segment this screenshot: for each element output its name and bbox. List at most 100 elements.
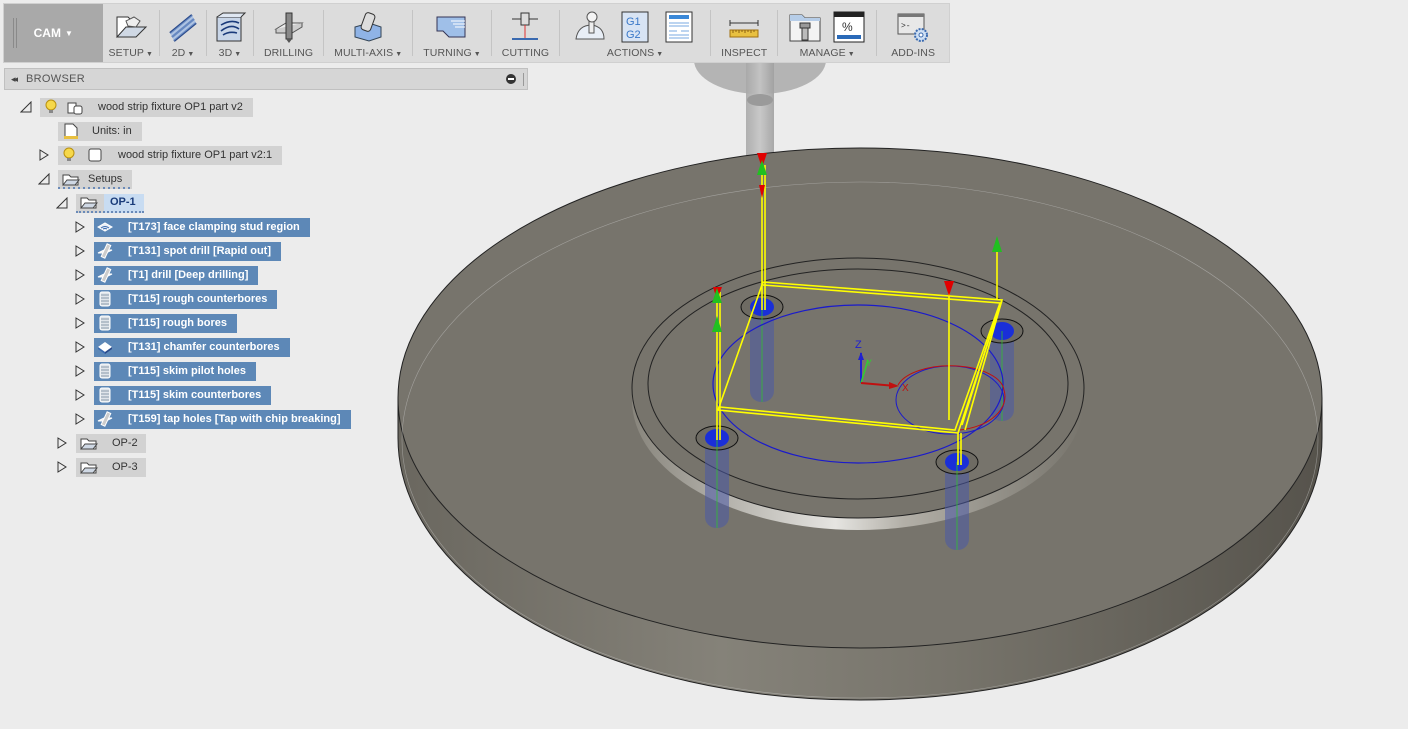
drilling-icon[interactable] [272, 11, 306, 43]
chevron-down-icon: ▼ [146, 51, 154, 58]
axis-label-y: Y [866, 358, 872, 368]
operation-label: [T173] face clamping stud region [128, 221, 300, 233]
op2-setup-label[interactable]: OP-2 [76, 433, 146, 453]
chevron-down-icon: ▼ [64, 28, 73, 38]
toolbar: CAM ▼ SETUP ▼ 2D ▼ 3D ▼ DRILLING MULTI-A… [3, 3, 950, 63]
toolbar-group-add-ins[interactable]: >- ADD-INS [877, 4, 949, 62]
face-operation-icon [96, 222, 114, 232]
collapsed-triangle-icon[interactable] [74, 269, 86, 281]
collapsed-triangle-icon[interactable] [74, 317, 86, 329]
toolbar-group-manage[interactable]: % MANAGE ▼ [778, 4, 876, 62]
tree-node-document-label[interactable]: wood strip fixture OP1 part v2 [40, 97, 253, 117]
collapsed-triangle-icon[interactable] [74, 389, 86, 401]
visibility-bulb-icon[interactable] [62, 147, 76, 163]
tree-node-units: Units: in [58, 121, 142, 141]
collapse-browser-icon[interactable]: ◂◂ [11, 74, 18, 85]
toolbar-grip[interactable] [13, 18, 17, 48]
3d-toolpath-icon[interactable] [213, 11, 247, 43]
toolbar-group-2d[interactable]: 2D ▼ [160, 4, 206, 62]
assembly-icon [67, 102, 83, 115]
op3-setup-label[interactable]: OP-3 [76, 457, 146, 477]
units-label[interactable]: Units: in [58, 121, 142, 141]
operation-item[interactable]: [T159] tap holes [Tap with chip breaking… [94, 409, 351, 429]
toolbar-group-drilling[interactable]: DRILLING [254, 4, 323, 62]
operation-item[interactable]: [T131] chamfer counterbores [94, 337, 290, 357]
tree-node-operation: [T115] rough counterbores [74, 289, 278, 309]
simulate-icon[interactable] [574, 11, 608, 43]
expanded-triangle-icon[interactable] [56, 197, 68, 209]
collapsed-triangle-icon[interactable] [56, 437, 68, 449]
collapsed-triangle-icon[interactable] [38, 149, 50, 161]
chevron-down-icon: ▼ [847, 51, 855, 58]
bore-operation-icon [99, 363, 111, 379]
component-name: wood strip fixture OP1 part v2:1 [118, 149, 273, 161]
measure-icon[interactable] [727, 11, 761, 43]
browser-title: BROWSER [26, 73, 85, 85]
toolbar-group-actions[interactable]: G1 G2 ACTIONS ▼ [560, 4, 710, 62]
cutting-icon[interactable] [508, 11, 542, 43]
toolbar-group-cutting[interactable]: CUTTING [492, 4, 559, 62]
operation-label: [T115] rough counterbores [128, 293, 268, 305]
setup-folder-icon [80, 438, 98, 450]
units-document-icon [64, 123, 78, 139]
chevron-down-icon: ▼ [234, 51, 242, 58]
operation-item[interactable]: [T115] skim counterbores [94, 385, 272, 405]
toolbar-group-inspect[interactable]: INSPECT [711, 4, 777, 62]
expanded-triangle-icon[interactable] [38, 173, 50, 185]
2d-toolpath-icon[interactable] [166, 11, 200, 43]
operation-item[interactable]: [T173] face clamping stud region [94, 217, 310, 237]
collapsed-triangle-icon[interactable] [74, 413, 86, 425]
op1-setup-label[interactable]: OP-1 [76, 193, 144, 213]
collapsed-triangle-icon[interactable] [74, 221, 86, 233]
setups-folder-label[interactable]: Setups [58, 169, 133, 189]
post-process-g1g2-icon[interactable]: G1G2 [618, 11, 652, 43]
manage-label: MANAGE [799, 47, 846, 59]
expanded-triangle-icon[interactable] [20, 101, 32, 113]
operation-item[interactable]: [T1] drill [Deep drilling] [94, 265, 259, 285]
collapsed-triangle-icon[interactable] [74, 293, 86, 305]
workspace-switcher[interactable]: CAM ▼ [4, 4, 103, 62]
turning-label: TURNING [423, 47, 472, 59]
tree-node-operation: [T131] spot drill [Rapid out] [74, 241, 281, 261]
task-manager-icon[interactable]: % [832, 11, 866, 43]
setup-sheet-icon[interactable] [662, 11, 696, 43]
operation-item[interactable]: [T115] skim pilot holes [94, 361, 256, 381]
turning-icon[interactable] [435, 11, 469, 43]
operation-label: [T115] skim pilot holes [128, 365, 246, 377]
operation-item[interactable]: [T115] rough counterbores [94, 289, 278, 309]
3d-label: 3D [218, 47, 233, 59]
tree-node-operation: [T131] chamfer counterbores [74, 337, 290, 357]
tree-node-operation: [T115] skim pilot holes [74, 361, 256, 381]
axis-label-z: Z [855, 339, 862, 351]
setup-folder-icon [80, 462, 98, 474]
tree-node-op3: OP-3 [56, 457, 146, 477]
tree-node-component-label[interactable]: wood strip fixture OP1 part v2:1 [58, 145, 283, 165]
tree-node-operation: [T115] skim counterbores [74, 385, 272, 405]
tree-node-operation: [T115] rough bores [74, 313, 238, 333]
toolbar-group-turning[interactable]: TURNING ▼ [413, 4, 491, 62]
tool-library-icon[interactable] [788, 11, 822, 43]
collapsed-triangle-icon[interactable] [74, 245, 86, 257]
operation-item[interactable]: [T115] rough bores [94, 313, 238, 333]
op2-text: OP-2 [112, 437, 138, 449]
tree-node-setups: Setups [38, 169, 133, 189]
visibility-bulb-icon[interactable] [44, 99, 58, 115]
collapsed-triangle-icon[interactable] [74, 341, 86, 353]
cutting-label: CUTTING [501, 47, 550, 59]
minimize-icon[interactable] [506, 74, 516, 84]
toolbar-group-3d[interactable]: 3D ▼ [207, 4, 253, 62]
panel-resize-handle[interactable] [523, 73, 525, 86]
chevron-down-icon: ▼ [473, 51, 481, 58]
multi-axis-label: MULTI-AXIS [334, 47, 394, 59]
bore-operation-icon [99, 387, 111, 403]
scripts-addins-icon[interactable]: >- [896, 11, 930, 43]
operation-item[interactable]: [T131] spot drill [Rapid out] [94, 241, 281, 261]
toolbar-group-multi-axis[interactable]: MULTI-AXIS ▼ [324, 4, 412, 62]
collapsed-triangle-icon[interactable] [56, 461, 68, 473]
setup-icon[interactable] [114, 11, 148, 43]
toolbar-group-setup[interactable]: SETUP ▼ [103, 4, 160, 62]
tap-operation-icon [97, 411, 113, 427]
collapsed-triangle-icon[interactable] [74, 365, 86, 377]
multi-axis-icon[interactable] [351, 11, 385, 43]
component-icon [88, 148, 102, 162]
